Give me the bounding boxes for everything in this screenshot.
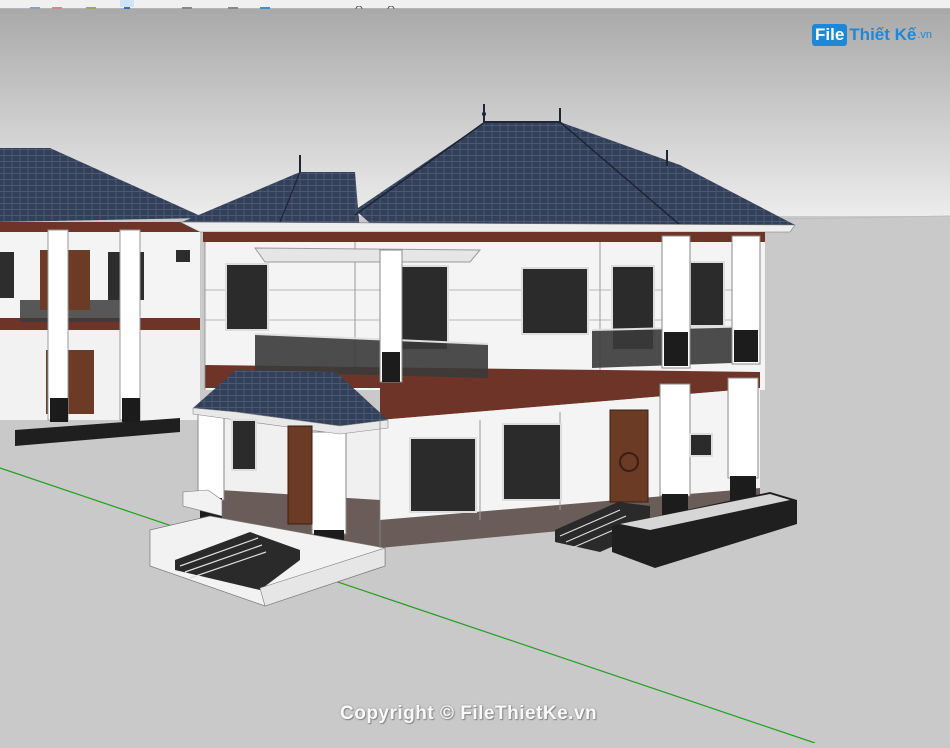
filethietke-logo: File Thiết Kế .vn [812, 21, 932, 49]
orbit-tool-icon[interactable] [258, 0, 272, 12]
logo-file-text: File [812, 24, 848, 46]
scale-tool-icon[interactable] [226, 0, 240, 12]
zoom-tool-icon[interactable] [352, 0, 366, 13]
scene-canvas[interactable] [0, 9, 950, 744]
rotate-tool-icon[interactable] [180, 0, 194, 12]
zoom-extents-icon[interactable] [384, 0, 398, 13]
move-tool-icon[interactable] [120, 0, 134, 12]
toolbar [0, 0, 950, 13]
eraser-tool-icon[interactable] [50, 0, 64, 12]
copyright-watermark: Copyright © FileThietKe.vn [340, 703, 598, 724]
paint-tool-icon[interactable] [84, 0, 98, 12]
logo-brand-text: Thiết Kế [849, 25, 917, 44]
select-tool-icon[interactable] [28, 0, 42, 12]
logo-ext-text: .vn [917, 29, 933, 41]
model-viewport[interactable]: File Thiết Kế .vn Copyright © FileThietK… [0, 9, 950, 744]
